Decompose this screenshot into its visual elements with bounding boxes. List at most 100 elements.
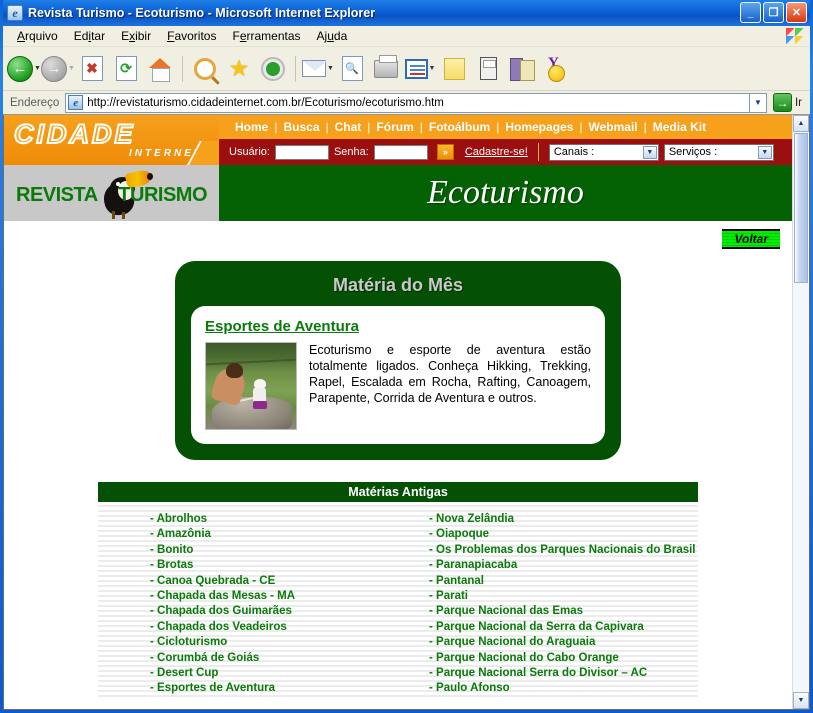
nav-fotoalbum[interactable]: Fotoálbum bbox=[427, 120, 492, 134]
calculator-icon[interactable] bbox=[471, 52, 505, 86]
home-button[interactable] bbox=[143, 52, 177, 86]
list-item[interactable]: - Chapada dos Veadeiros bbox=[150, 620, 419, 635]
list-item[interactable]: - Os Problemas dos Parques Nacionais do … bbox=[429, 543, 698, 558]
search-icon[interactable] bbox=[188, 52, 222, 86]
featured-section: Matéria do Mês Esportes de Aventura Ecot… bbox=[4, 261, 792, 460]
go-button[interactable]: → Ir bbox=[767, 93, 807, 112]
address-input[interactable]: http://revistaturismo.cidadeinternet.com… bbox=[65, 92, 750, 113]
logo-text: CIDADE bbox=[13, 118, 136, 150]
scroll-down-button[interactable]: ▼ bbox=[793, 692, 809, 709]
list-item[interactable]: - Desert Cup bbox=[150, 666, 419, 681]
address-url-text: http://revistaturismo.cidadeinternet.com… bbox=[87, 96, 444, 109]
servicos-label: Serviços : bbox=[668, 146, 718, 158]
menu-exibir[interactable]: Exibir bbox=[113, 27, 159, 45]
notes-icon[interactable] bbox=[437, 52, 471, 86]
list-item[interactable]: - Oiapoque bbox=[429, 527, 698, 542]
nav-sep: | bbox=[274, 120, 278, 134]
chevron-down-icon: ▼ bbox=[642, 145, 657, 159]
research-icon[interactable] bbox=[505, 52, 539, 86]
list-item[interactable]: - Cicloturismo bbox=[150, 635, 419, 650]
nav-home[interactable]: Home bbox=[233, 120, 270, 134]
list-item[interactable]: - Parque Nacional Serra do Divisor – AC bbox=[429, 666, 698, 681]
user-input[interactable] bbox=[274, 144, 329, 160]
list-item[interactable]: - Parati bbox=[429, 589, 698, 604]
featured-thumbnail[interactable] bbox=[205, 342, 297, 430]
list-item[interactable]: - Corumbá de Goiás bbox=[150, 651, 419, 666]
favorites-icon[interactable]: ★ bbox=[222, 52, 256, 86]
scrollbar-thumb[interactable] bbox=[794, 133, 808, 283]
title-bar: Revista Turismo - Ecoturismo - Microsoft… bbox=[3, 0, 810, 26]
messenger-icon[interactable] bbox=[539, 52, 573, 86]
forward-button[interactable]: → ▼ bbox=[41, 52, 75, 86]
ie-logo-icon bbox=[7, 5, 23, 21]
list-item[interactable]: - Abrolhos bbox=[150, 512, 419, 527]
list-item[interactable]: - Canoa Quebrada - CE bbox=[150, 574, 419, 589]
nav-media-kit[interactable]: Media Kit bbox=[651, 120, 708, 134]
menu-editar[interactable]: Editar bbox=[66, 27, 113, 45]
list-item[interactable]: - Amazônia bbox=[150, 527, 419, 542]
edit-icon[interactable]: ▼ bbox=[403, 52, 437, 86]
header-right: Home | Busca | Chat | Fórum | Fotoálbum … bbox=[219, 115, 792, 165]
mail-icon[interactable]: ▼ bbox=[301, 52, 335, 86]
list-item[interactable]: - Brotas bbox=[150, 558, 419, 573]
voltar-button[interactable]: Voltar bbox=[722, 229, 780, 249]
list-item[interactable]: - Parque Nacional do Cabo Orange bbox=[429, 651, 698, 666]
minimize-button[interactable]: _ bbox=[740, 2, 761, 23]
featured-article-link[interactable]: Esportes de Aventura bbox=[205, 318, 359, 335]
go-label: Ir bbox=[794, 96, 802, 109]
vertical-scrollbar[interactable]: ▲ ▼ bbox=[792, 115, 809, 709]
print-preview-icon[interactable]: 🔍 bbox=[335, 52, 369, 86]
nav-forum[interactable]: Fórum bbox=[374, 120, 415, 134]
list-item[interactable]: - Paranapiacaba bbox=[429, 558, 698, 573]
cidade-logo[interactable]: CIDADE INTERNET bbox=[4, 115, 219, 165]
toolbar: ← ▼ → ▼ ✖ ⟳ ★ ▼ 🔍 ▼ bbox=[3, 47, 810, 91]
list-item[interactable]: - Esportes de Aventura bbox=[150, 681, 419, 696]
list-item[interactable]: - Parque Nacional do Araguaia bbox=[429, 635, 698, 650]
list-item[interactable]: - Chapada dos Guimarães bbox=[150, 604, 419, 619]
magazine-banner: REVISTA TURISMO Ecoturismo bbox=[4, 165, 792, 221]
refresh-button[interactable]: ⟳ bbox=[109, 52, 143, 86]
menu-bar: Arquivo Editar Exibir Favoritos Ferramen… bbox=[3, 26, 810, 47]
print-icon[interactable] bbox=[369, 52, 403, 86]
menu-ajuda[interactable]: Ajuda bbox=[309, 27, 356, 45]
login-divider bbox=[537, 143, 539, 161]
nav-chat[interactable]: Chat bbox=[333, 120, 364, 134]
list-item[interactable]: - Parque Nacional das Emas bbox=[429, 604, 698, 619]
nav-sep: | bbox=[579, 120, 583, 134]
history-icon[interactable] bbox=[256, 52, 290, 86]
nav-busca[interactable]: Busca bbox=[281, 120, 321, 134]
featured-card: Esportes de Aventura Ecoturismo e esport… bbox=[191, 306, 605, 444]
toolbar-divider-2 bbox=[295, 55, 296, 82]
nav-homepages[interactable]: Homepages bbox=[503, 120, 575, 134]
password-input[interactable] bbox=[373, 144, 428, 160]
list-item[interactable]: - Bonito bbox=[150, 543, 419, 558]
list-item[interactable]: - Chapada das Mesas - MA bbox=[150, 589, 419, 604]
list-item[interactable]: - Parque Nacional da Serra da Capivara bbox=[429, 620, 698, 635]
stop-button[interactable]: ✖ bbox=[75, 52, 109, 86]
window-controls: _ ❐ ✕ bbox=[740, 2, 807, 23]
menu-ferramentas[interactable]: Ferramentas bbox=[224, 27, 308, 45]
register-link[interactable]: Cadastre-se! bbox=[465, 146, 528, 158]
servicos-select[interactable]: Serviços : ▼ bbox=[663, 143, 774, 161]
web-page: CIDADE INTERNET Home | Busca | Chat | Fó… bbox=[4, 115, 792, 709]
list-item[interactable]: - Pantanal bbox=[429, 574, 698, 589]
scroll-up-button[interactable]: ▲ bbox=[793, 115, 809, 132]
menu-favoritos[interactable]: Favoritos bbox=[159, 27, 224, 45]
menu-arquivo[interactable]: Arquivo bbox=[9, 27, 66, 45]
archive-column-right: - Nova Zelândia - Oiapoque - Os Problema… bbox=[419, 512, 698, 697]
close-button[interactable]: ✕ bbox=[786, 2, 807, 23]
back-button[interactable]: ← ▼ bbox=[7, 52, 41, 86]
canais-select[interactable]: Canais : ▼ bbox=[548, 143, 659, 161]
section-banner: Ecoturismo bbox=[219, 165, 792, 221]
login-submit-button[interactable]: » bbox=[436, 144, 454, 160]
list-item[interactable]: - Nova Zelândia bbox=[429, 512, 698, 527]
scrollbar-track[interactable] bbox=[793, 132, 809, 692]
site-nav: Home | Busca | Chat | Fórum | Fotoálbum … bbox=[219, 115, 792, 139]
list-item[interactable]: - Paulo Afonso bbox=[429, 681, 698, 696]
maximize-button[interactable]: ❐ bbox=[763, 2, 784, 23]
nav-sep: | bbox=[643, 120, 647, 134]
address-dropdown-chevron-icon[interactable]: ▼ bbox=[749, 92, 767, 113]
revista-turismo-logo[interactable]: REVISTA TURISMO bbox=[4, 165, 219, 221]
nav-webmail[interactable]: Webmail bbox=[587, 120, 640, 134]
go-arrow-icon: → bbox=[772, 93, 792, 112]
